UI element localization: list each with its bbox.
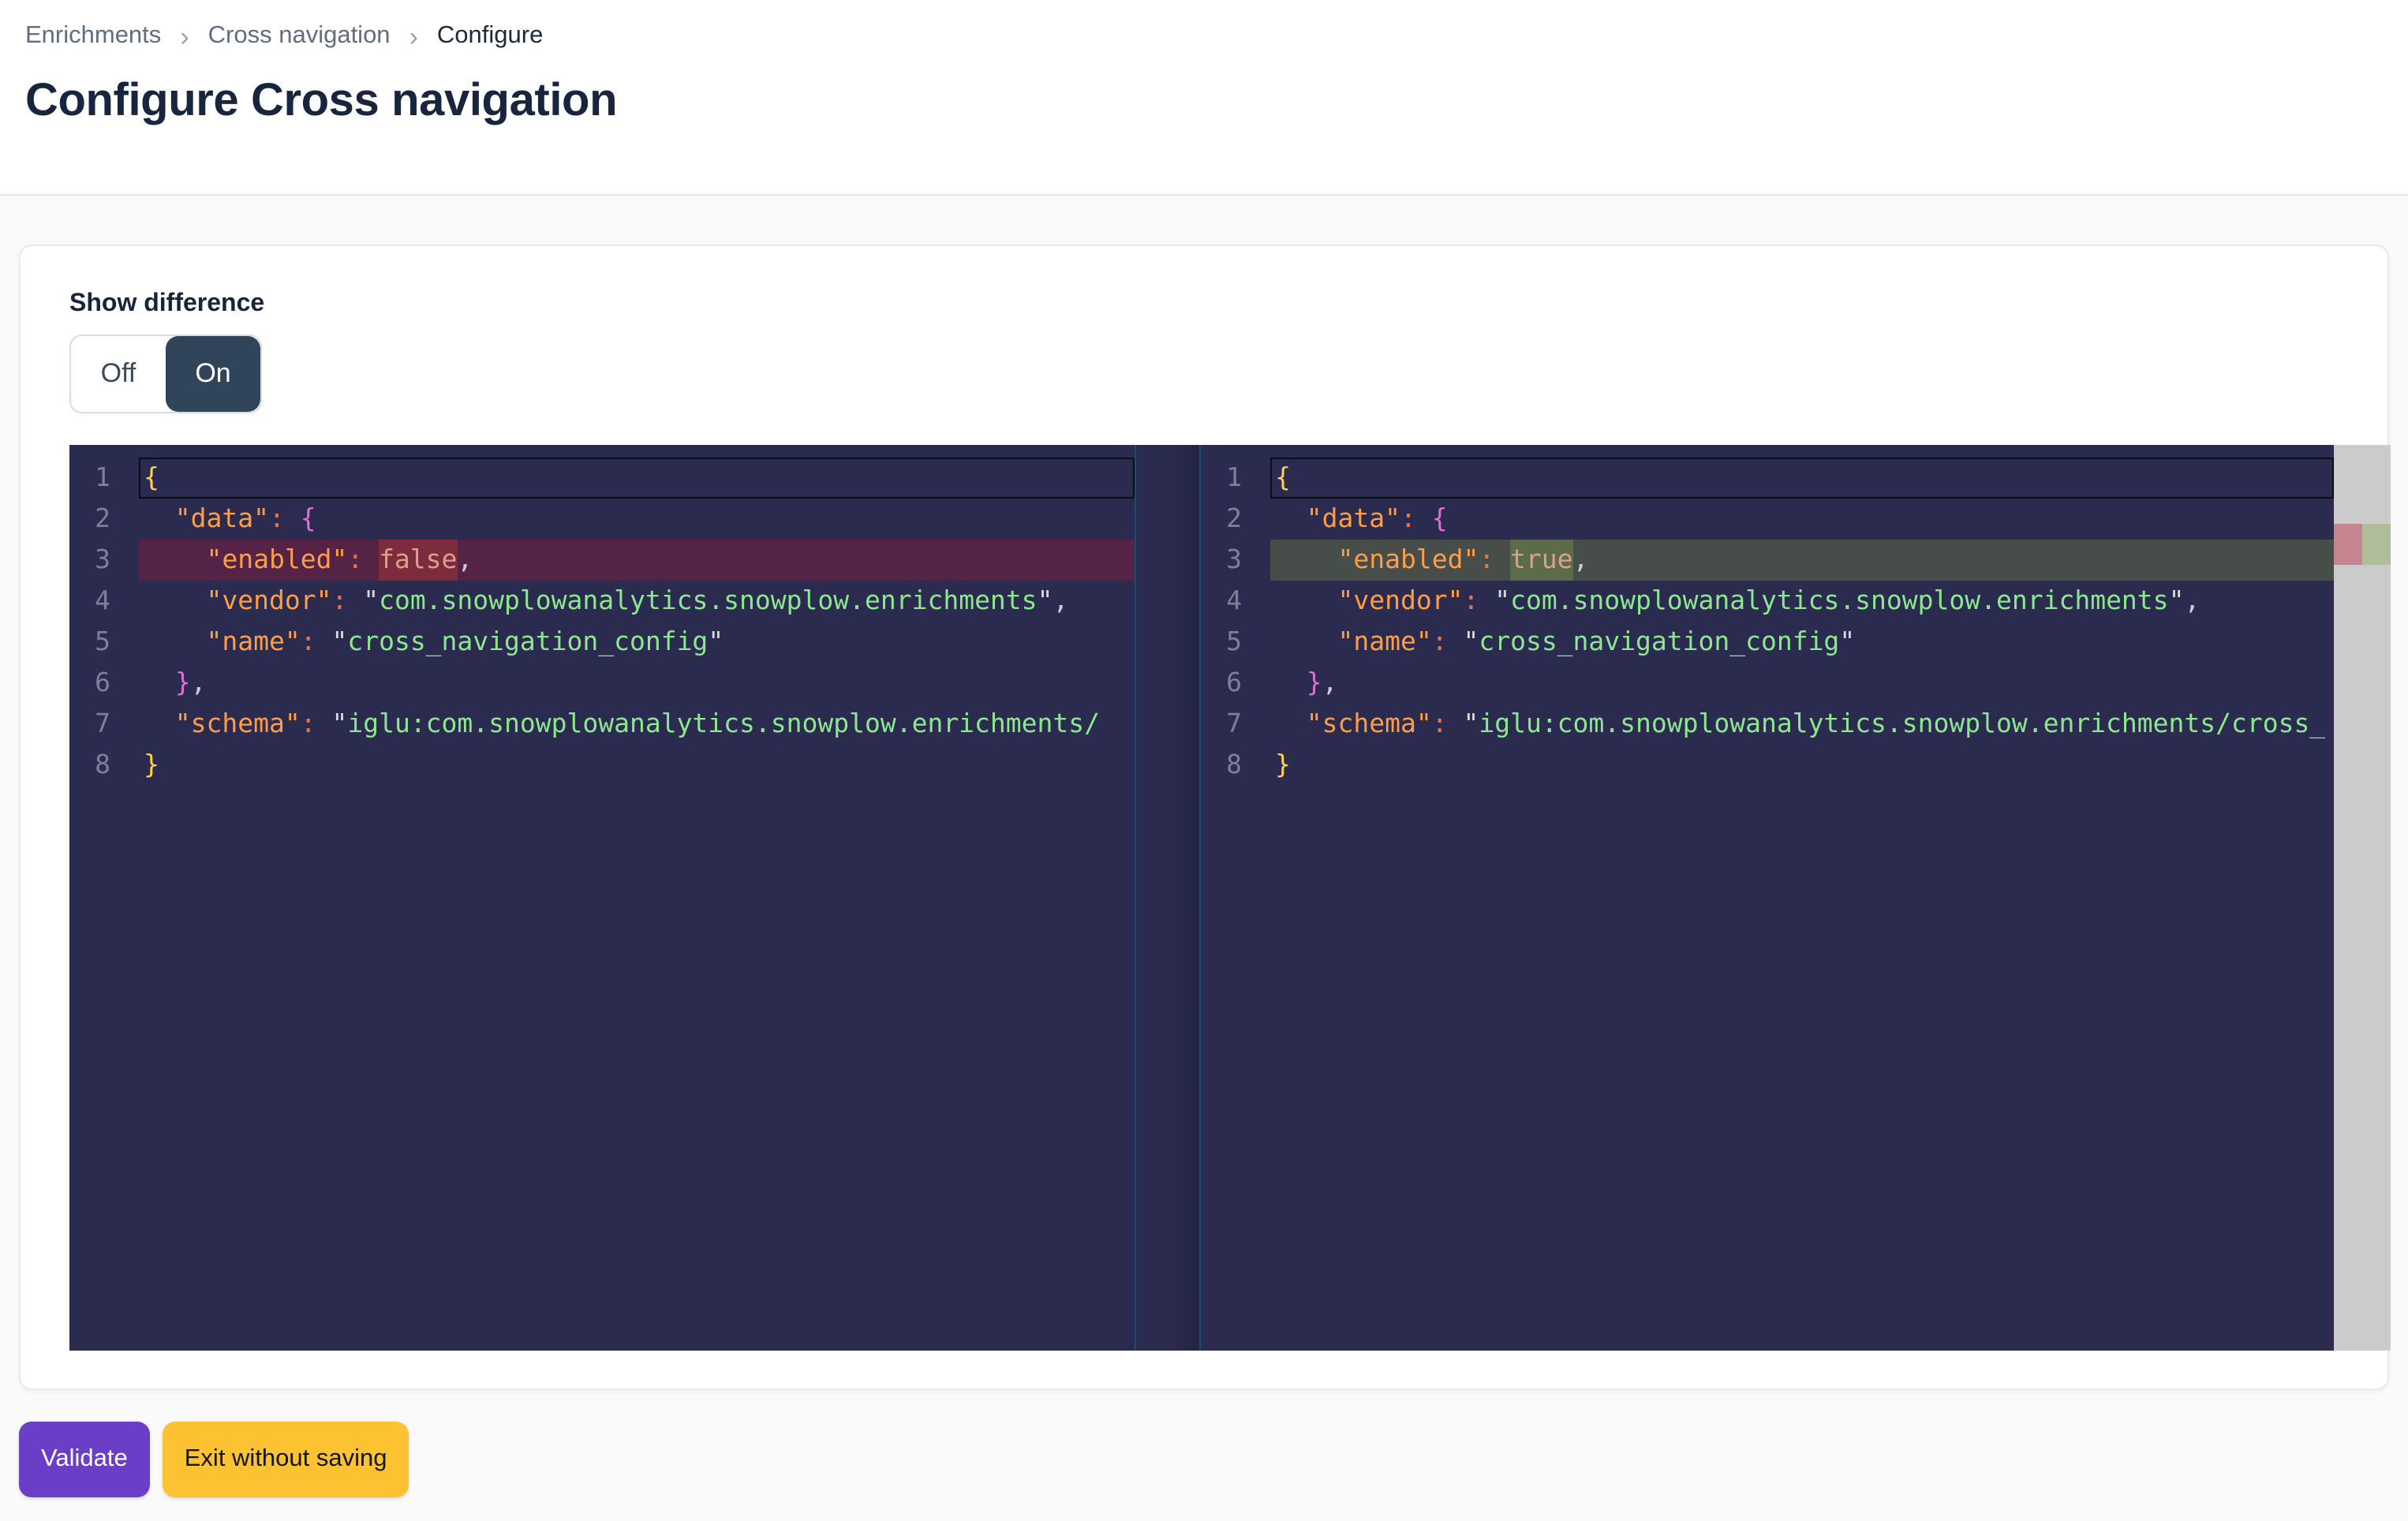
- code-line: 7 "schema": "iglu:com.snowplowanalytics.…: [1201, 704, 2334, 745]
- code-line: 1{: [69, 458, 1135, 499]
- breadcrumb-item-enrichments[interactable]: Enrichments: [25, 22, 161, 50]
- validate-button[interactable]: Validate: [19, 1422, 150, 1497]
- line-number: 2: [1201, 499, 1242, 540]
- code-line: 1{: [1201, 458, 2334, 499]
- code-line: 6 },: [69, 663, 1135, 704]
- code-line: 8}: [1201, 745, 2334, 786]
- page: Enrichments › Cross navigation › Configu…: [0, 0, 2408, 1521]
- editor-pane-modified[interactable]: 1{2 "data": {3 "enabled": true,4 "vendor…: [1201, 445, 2334, 1351]
- show-difference-label: Show difference: [69, 290, 2387, 319]
- line-number: 6: [1201, 663, 1242, 704]
- code-line: 5 "name": "cross_navigation_config": [1201, 622, 2334, 663]
- config-card: Show difference Off On 1{2 "data": {3 "e…: [19, 245, 2389, 1390]
- toggle-off-button[interactable]: Off: [71, 336, 166, 412]
- toggle-on-button[interactable]: On: [166, 336, 260, 412]
- action-buttons: Validate Exit without saving: [19, 1422, 2389, 1497]
- code-line: 4 "vendor": "com.snowplowanalytics.snowp…: [69, 581, 1135, 622]
- editor-pane-original[interactable]: 1{2 "data": {3 "enabled": false,4 "vendo…: [69, 445, 1135, 1351]
- overview-ruler[interactable]: [2334, 445, 2391, 1351]
- line-number: 8: [69, 745, 110, 786]
- code-line: 5 "name": "cross_navigation_config": [69, 622, 1135, 663]
- ruler-insertion-mark: [2362, 524, 2391, 565]
- current-line-border: [1270, 458, 2334, 499]
- code-line: 2 "data": {: [69, 499, 1135, 540]
- line-number: 1: [1201, 458, 1242, 499]
- page-header: Enrichments › Cross navigation › Configu…: [0, 0, 2408, 196]
- ruler-deletion-mark: [2334, 524, 2362, 565]
- line-number: 1: [69, 458, 110, 499]
- line-number: 5: [1201, 622, 1242, 663]
- code-line: 8}: [69, 745, 1135, 786]
- line-number: 7: [1201, 704, 1242, 745]
- code-line: 2 "data": {: [1201, 499, 2334, 540]
- diff-editor-sash[interactable]: [1135, 445, 1201, 1351]
- diff-editor: 1{2 "data": {3 "enabled": false,4 "vendo…: [69, 445, 2391, 1351]
- current-line-border: [139, 458, 1135, 499]
- line-number: 2: [69, 499, 110, 540]
- code-line: 3 "enabled": true,: [1201, 540, 2334, 581]
- breadcrumb: Enrichments › Cross navigation › Configu…: [25, 22, 2383, 50]
- exit-without-saving-button[interactable]: Exit without saving: [163, 1422, 409, 1497]
- line-number: 8: [1201, 745, 1242, 786]
- line-number: 3: [1201, 540, 1242, 581]
- show-difference-toggle: Off On: [69, 334, 262, 413]
- line-number: 3: [69, 540, 110, 581]
- code-line: 6 },: [1201, 663, 2334, 704]
- code-line: 3 "enabled": false,: [69, 540, 1135, 581]
- line-number: 7: [69, 704, 110, 745]
- line-number: 4: [1201, 581, 1242, 622]
- chevron-right-icon: ›: [409, 24, 418, 48]
- page-title: Configure Cross navigation: [25, 76, 2383, 128]
- breadcrumb-item-configure: Configure: [437, 22, 543, 50]
- line-number: 5: [69, 622, 110, 663]
- breadcrumb-item-cross-navigation[interactable]: Cross navigation: [208, 22, 391, 50]
- chevron-right-icon: ›: [180, 24, 189, 48]
- main-content: Show difference Off On 1{2 "data": {3 "e…: [0, 196, 2408, 1497]
- line-number: 4: [69, 581, 110, 622]
- code-line: 4 "vendor": "com.snowplowanalytics.snowp…: [1201, 581, 2334, 622]
- code-line: 7 "schema": "iglu:com.snowplowanalytics.…: [69, 704, 1135, 745]
- line-number: 6: [69, 663, 110, 704]
